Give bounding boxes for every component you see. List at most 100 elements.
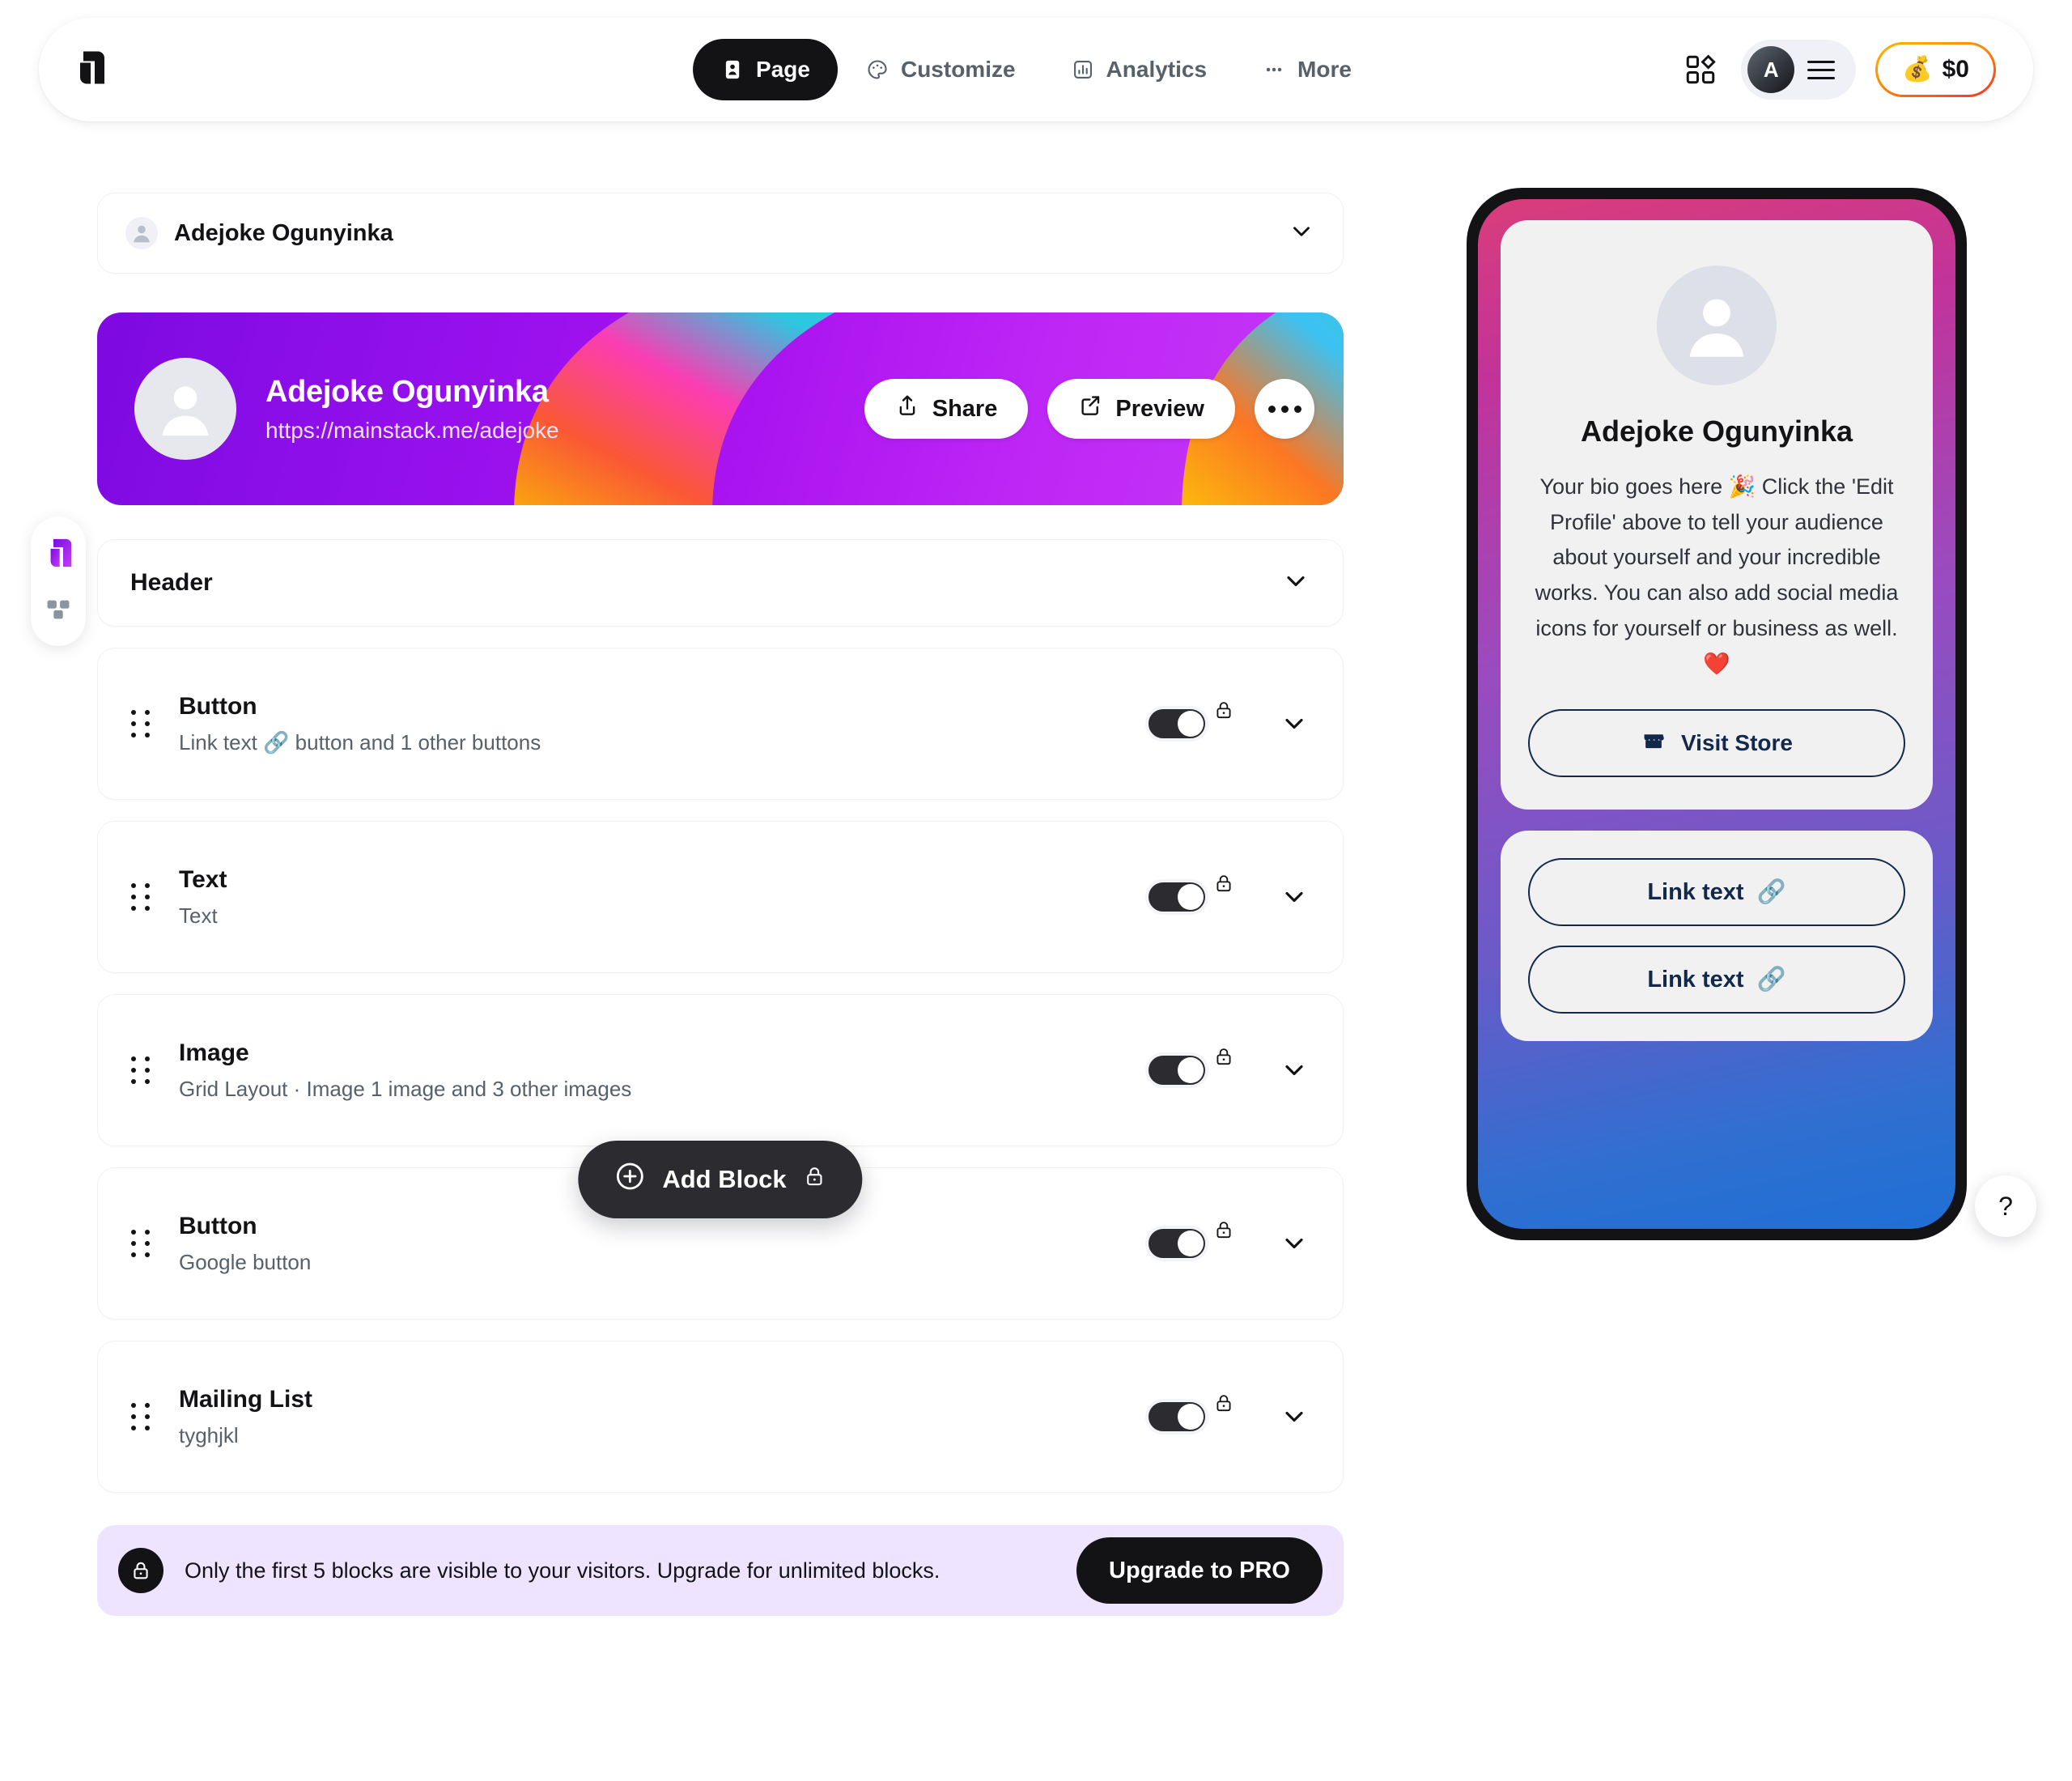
table-row[interactable]: Text Text — [97, 821, 1344, 973]
block-subtitle: Grid Layout · Image 1 image and 3 other … — [179, 1076, 632, 1101]
drag-handle-icon[interactable] — [122, 1230, 158, 1257]
add-block-button[interactable]: Add Block — [578, 1141, 863, 1218]
share-button[interactable]: Share — [864, 379, 1029, 439]
upgrade-banner-message: Only the first 5 blocks are visible to y… — [185, 1558, 940, 1583]
profile-selector[interactable]: Adejoke Ogunyinka — [97, 193, 1344, 274]
drag-handle-icon[interactable] — [122, 883, 158, 911]
banner-profile-name: Adejoke Ogunyinka — [265, 374, 549, 409]
table-row[interactable]: Mailing List tyghjkl — [97, 1341, 1344, 1493]
banner-actions: Share Preview — [864, 379, 1314, 439]
tab-page-label: Page — [756, 57, 810, 82]
preview-link-label: Link text — [1647, 966, 1744, 993]
block-controls — [1145, 1395, 1310, 1435]
mainstack-logo[interactable] — [73, 51, 105, 89]
money-bag-icon: 💰 — [1902, 56, 1933, 83]
block-controls — [1145, 875, 1310, 915]
phone-preview-screen: Adejoke Ogunyinka Your bio goes here 🎉 C… — [1478, 199, 1955, 1229]
chevron-down-icon[interactable] — [1278, 708, 1310, 740]
phone-preview-frame: Adejoke Ogunyinka Your bio goes here 🎉 C… — [1467, 188, 1967, 1240]
block-body: Image Grid Layout · Image 1 image and 3 … — [179, 1039, 631, 1102]
chevron-down-icon[interactable] — [1278, 881, 1310, 913]
storefront-icon — [1641, 728, 1667, 759]
top-navigation-bar: Page Customize Analytics More A 💰 $0 — [39, 18, 2033, 121]
drag-handle-icon[interactable] — [122, 710, 158, 737]
preview-profile-bio: Your bio goes here 🎉 Click the 'Edit Pro… — [1535, 474, 1899, 676]
chevron-down-icon[interactable] — [1281, 567, 1310, 600]
link-emoji-icon: 🔗 — [1756, 967, 1786, 993]
block-subtitle: tyghjkl — [179, 1422, 239, 1447]
preview-avatar — [1657, 266, 1777, 385]
balance-amount: $0 — [1942, 56, 1969, 83]
banner-avatar — [134, 358, 236, 460]
chevron-down-icon[interactable] — [1278, 1401, 1310, 1433]
header-block-card[interactable]: Header — [97, 539, 1344, 627]
block-body: Text Text — [179, 866, 227, 929]
left-floating-rail — [31, 516, 86, 646]
block-visibility-toggle[interactable] — [1145, 1052, 1208, 1088]
balance-button[interactable]: 💰 $0 — [1875, 42, 1996, 97]
preview-links-card: Link text 🔗 Link text 🔗 — [1501, 831, 1933, 1042]
preview-profile-card: Adejoke Ogunyinka Your bio goes here 🎉 C… — [1501, 220, 1933, 810]
upgrade-banner: Only the first 5 blocks are visible to y… — [97, 1525, 1344, 1616]
tab-page[interactable]: Page — [693, 39, 838, 100]
page-icon — [720, 57, 745, 82]
tab-analytics-label: Analytics — [1106, 57, 1208, 82]
block-visibility-toggle[interactable] — [1145, 706, 1208, 742]
lock-icon — [1213, 699, 1234, 725]
tab-customize[interactable]: Customize — [838, 39, 1043, 100]
block-title: Image — [179, 1039, 249, 1066]
block-visibility-toggle[interactable] — [1145, 1226, 1208, 1261]
drag-handle-icon[interactable] — [122, 1056, 158, 1084]
visit-store-label: Visit Store — [1681, 730, 1793, 756]
person-icon — [125, 217, 158, 249]
block-body: Mailing List tyghjkl — [179, 1386, 312, 1448]
link-emoji-icon: 🔗 — [1756, 879, 1786, 906]
block-title: Button — [179, 692, 257, 720]
rail-item-mainstack[interactable] — [40, 534, 77, 572]
audience-icon — [47, 600, 70, 619]
tab-customize-label: Customize — [900, 57, 1016, 82]
preview-link-label: Link text — [1647, 878, 1744, 905]
block-subtitle: Text — [179, 903, 218, 928]
app-root: Page Customize Analytics More A 💰 $0 Ade… — [0, 0, 2072, 1781]
ellipsis-icon — [1262, 57, 1286, 82]
preview-button-label: Preview — [1115, 395, 1204, 422]
tab-analytics[interactable]: Analytics — [1043, 39, 1235, 100]
block-body: Button Google button — [179, 1213, 311, 1275]
profile-selector-name: Adejoke Ogunyinka — [174, 219, 393, 246]
lock-icon — [803, 1164, 827, 1195]
header-block-title: Header — [130, 569, 213, 596]
visit-store-button[interactable]: Visit Store — [1528, 709, 1905, 778]
apps-grid-button[interactable] — [1679, 49, 1722, 91]
banner-profile-url: https://mainstack.me/adejoke — [265, 417, 559, 443]
table-row[interactable]: Image Grid Layout · Image 1 image and 3 … — [97, 994, 1344, 1146]
avatar: A — [1747, 46, 1795, 93]
table-row[interactable]: Button Link text 🔗 button and 1 other bu… — [97, 648, 1344, 800]
block-controls — [1145, 1048, 1310, 1088]
hamburger-icon — [1807, 60, 1836, 79]
block-title: Mailing List — [179, 1385, 312, 1413]
banner-more-button[interactable] — [1255, 379, 1314, 439]
drag-handle-icon[interactable] — [122, 1403, 158, 1430]
lock-icon — [1213, 1392, 1234, 1418]
lock-icon — [118, 1548, 163, 1593]
profile-banner: Adejoke Ogunyinka https://mainstack.me/a… — [97, 312, 1344, 505]
preview-link-button[interactable]: Link text 🔗 — [1528, 946, 1905, 1014]
help-button[interactable]: ? — [1975, 1175, 2036, 1237]
lock-icon — [1213, 1046, 1234, 1071]
chevron-down-icon[interactable] — [1278, 1054, 1310, 1086]
tab-more[interactable]: More — [1234, 39, 1379, 100]
upgrade-to-pro-button[interactable]: Upgrade to PRO — [1076, 1537, 1323, 1604]
lock-icon — [1213, 873, 1234, 898]
account-menu-button[interactable]: A — [1741, 40, 1857, 100]
preview-button[interactable]: Preview — [1047, 379, 1235, 439]
chevron-down-icon[interactable] — [1278, 1227, 1310, 1260]
share-button-label: Share — [932, 395, 998, 422]
block-visibility-toggle[interactable] — [1145, 1399, 1208, 1435]
block-visibility-toggle[interactable] — [1145, 879, 1208, 915]
add-block-label: Add Block — [662, 1165, 787, 1193]
plus-circle-icon — [614, 1160, 646, 1199]
rail-item-audience[interactable] — [40, 591, 77, 628]
preview-link-button[interactable]: Link text 🔗 — [1528, 858, 1905, 927]
external-link-icon — [1078, 393, 1102, 424]
